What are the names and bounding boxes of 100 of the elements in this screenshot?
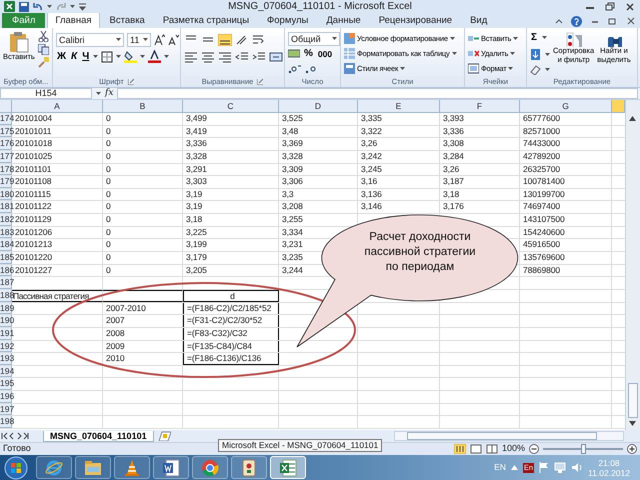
copy-icon[interactable]	[38, 44, 49, 55]
ribbon-tab[interactable]: Данные	[318, 12, 369, 28]
page-break-icon[interactable]	[486, 444, 498, 454]
fill-icon[interactable]	[530, 49, 541, 60]
autosum-button[interactable]: Σ	[530, 31, 538, 45]
font-color-icon[interactable]	[148, 50, 162, 63]
zoom-in-icon[interactable]	[627, 444, 637, 454]
caret-icon[interactable]	[510, 52, 516, 56]
row-header[interactable]: 174	[0, 113, 12, 125]
restore-icon[interactable]	[604, 2, 616, 12]
close-icon[interactable]	[624, 2, 636, 12]
start-button-icon[interactable]	[4, 456, 28, 480]
thousands-button[interactable]: 000	[316, 46, 334, 60]
increase-decimal-icon[interactable]	[288, 64, 302, 74]
row-header[interactable]: 184	[0, 239, 12, 252]
caret-icon[interactable]	[545, 68, 550, 72]
row-header[interactable]: 180	[0, 188, 12, 200]
row-header[interactable]: 183	[0, 226, 12, 238]
row-header[interactable]: 196	[0, 391, 12, 403]
caret-icon[interactable]	[116, 38, 121, 42]
insert-sheet-icon[interactable]	[156, 431, 171, 441]
normal-view-icon[interactable]	[454, 444, 466, 454]
merge-cells-icon[interactable]	[269, 50, 283, 62]
row-header[interactable]: 197	[0, 404, 12, 416]
caret-icon[interactable]	[47, 4, 52, 8]
cut-icon[interactable]	[38, 31, 49, 42]
caret-icon[interactable]	[332, 36, 337, 40]
insert-function-button[interactable]: fx	[105, 86, 114, 100]
taskbar-button[interactable]	[270, 456, 306, 479]
name-box[interactable]: H154	[0, 88, 92, 99]
show-hidden-icons-icon[interactable]	[510, 465, 518, 470]
caret-icon[interactable]	[400, 66, 406, 70]
caret-icon[interactable]	[508, 66, 514, 70]
row-header[interactable]: 177	[0, 150, 12, 163]
zoom-level[interactable]: 100%	[502, 442, 525, 456]
percent-button[interactable]: %	[303, 46, 314, 60]
undo-icon[interactable]	[33, 2, 43, 12]
row-header[interactable]: 179	[0, 176, 12, 188]
caret-icon[interactable]	[96, 92, 101, 96]
vertical-scrollbar[interactable]	[625, 100, 640, 430]
page-layout-icon[interactable]	[470, 444, 482, 454]
taskbar-button[interactable]	[36, 456, 72, 479]
row-header[interactable]: 175	[0, 126, 12, 138]
taskbar-button[interactable]	[75, 456, 111, 479]
save-icon[interactable]	[19, 2, 29, 12]
taskbar-button[interactable]	[114, 456, 150, 479]
decrease-indent-icon[interactable]	[235, 50, 249, 62]
help-icon[interactable]	[571, 16, 582, 26]
number-format-field[interactable]: Общий	[288, 32, 340, 46]
fill-color-icon[interactable]	[124, 50, 138, 63]
caret-icon[interactable]	[70, 4, 75, 8]
ribbon-tab[interactable]: Главная	[47, 12, 100, 28]
underline-button[interactable]: Ч	[81, 50, 90, 64]
caret-icon[interactable]	[450, 36, 455, 40]
caret-icon[interactable]	[116, 54, 122, 58]
caret-icon[interactable]	[513, 36, 518, 40]
caret-icon[interactable]	[545, 52, 550, 56]
ribbon-tab[interactable]: Разметка страницы	[154, 12, 258, 28]
file-tab[interactable]: Файл	[2, 12, 46, 28]
row-header[interactable]: 186	[0, 264, 12, 276]
row-header[interactable]: 185	[0, 252, 12, 264]
decrease-font-icon[interactable]	[168, 34, 179, 46]
italic-button[interactable]: К	[70, 50, 78, 64]
taskbar-button[interactable]	[231, 456, 267, 479]
align-left-icon[interactable]	[184, 50, 198, 62]
scroll-thumb[interactable]	[407, 432, 597, 440]
row-header[interactable]: 191	[0, 328, 12, 340]
customize-icon[interactable]	[79, 2, 86, 10]
wrap-text-icon[interactable]	[252, 34, 266, 46]
caret-icon[interactable]	[542, 36, 548, 40]
sheet-tab[interactable]: MSNG_070604_110101	[43, 430, 154, 442]
row-header[interactable]: 198	[0, 416, 12, 428]
caret-icon[interactable]	[164, 54, 170, 58]
format-painter-icon[interactable]	[38, 57, 49, 68]
row-header[interactable]: 194	[0, 366, 12, 378]
dialog-launcher-icon[interactable]	[257, 78, 264, 84]
increase-indent-icon[interactable]	[252, 50, 266, 62]
eraser-icon[interactable]	[530, 64, 541, 75]
dialog-launcher-icon[interactable]	[128, 78, 134, 84]
borders-icon[interactable]	[101, 50, 114, 62]
row-header[interactable]: 192	[0, 340, 12, 352]
taskbar-button[interactable]	[153, 456, 189, 479]
taskbar-button[interactable]	[192, 456, 228, 479]
align-bottom-icon[interactable]	[218, 34, 232, 46]
row-header[interactable]: 189	[0, 302, 12, 314]
scroll-thumb[interactable]	[628, 383, 638, 418]
font-name-field[interactable]: Calibri	[56, 32, 124, 46]
currency-icon[interactable]	[288, 48, 300, 59]
formula-input[interactable]	[117, 88, 638, 99]
row-header[interactable]: 176	[0, 138, 12, 150]
bold-button[interactable]: Ж	[56, 50, 68, 64]
scroll-up-icon[interactable]	[629, 116, 636, 121]
horizontal-scrollbar[interactable]	[394, 431, 624, 441]
increase-font-icon[interactable]	[154, 34, 165, 46]
row-header[interactable]: 193	[0, 353, 12, 365]
caret-icon[interactable]	[93, 54, 98, 58]
row-header[interactable]: 188	[0, 290, 12, 302]
scroll-down-icon[interactable]	[629, 421, 636, 426]
collapse-ribbon-icon[interactable]	[555, 17, 563, 25]
ribbon-tab[interactable]: Вставка	[102, 12, 153, 28]
